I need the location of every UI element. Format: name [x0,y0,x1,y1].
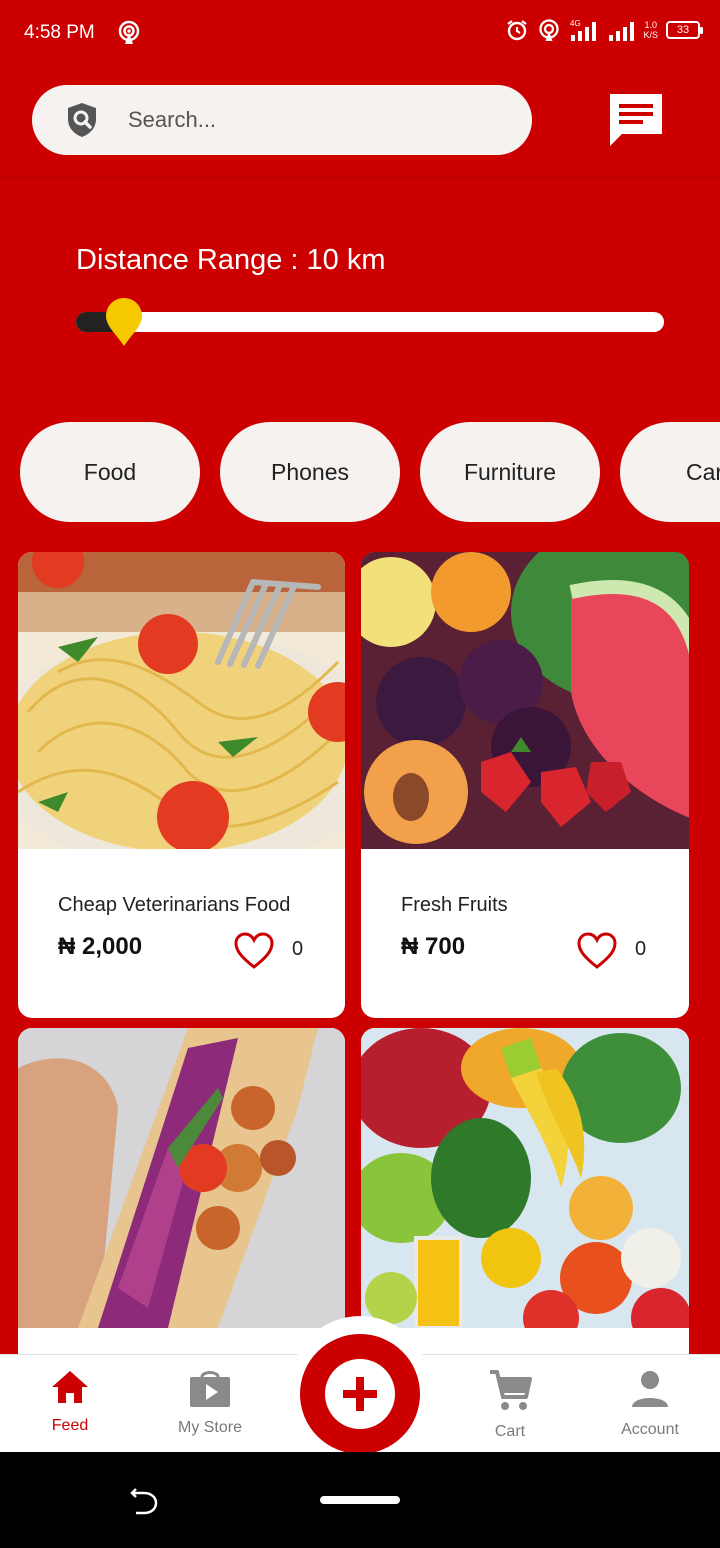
product-image-pasta [18,552,345,849]
store-bag-icon [190,1371,230,1407]
system-navigation-bar [0,1452,720,1548]
signal-4g-icon: 4G [570,19,597,41]
heart-icon[interactable] [234,932,274,970]
hotspot-icon [539,19,560,41]
product-card[interactable]: Fresh Fruits ₦ 700 0 [361,552,689,1018]
slider-thumb-pin-icon[interactable] [104,296,144,348]
product-title: Fresh Fruits [401,894,508,916]
status-bar: 4:58 PM 4G 1.0 K/S 33 [0,0,720,64]
product-card[interactable] [361,1028,689,1368]
category-chip-cars[interactable]: Cars [620,422,720,522]
product-image-wrap [18,1028,345,1328]
category-chip-furniture[interactable]: Furniture [420,422,600,522]
search-input[interactable] [128,107,488,133]
nav-cart-label: Cart [494,1423,526,1440]
search-bar[interactable] [32,85,532,155]
nav-cart[interactable]: Cart [450,1369,570,1441]
like-count: 0 [292,938,304,960]
battery-indicator: 33 [666,21,703,39]
fruits-image [361,552,689,849]
category-chip-phones[interactable]: Phones [220,422,400,522]
header-divider [0,176,720,179]
account-icon [632,1371,668,1407]
plus-icon [343,1377,377,1411]
chat-icon[interactable] [606,90,666,150]
add-post-button[interactable] [300,1334,420,1454]
svg-text:4G: 4G [570,19,581,28]
product-card[interactable]: Cheap Veterinarians Food ₦ 2,000 0 [18,552,345,1018]
hotspot-icon [118,20,140,44]
alarm-icon [507,20,528,41]
vegetables-image [361,1028,689,1328]
signal-icon [609,22,635,41]
distance-slider[interactable] [76,312,664,332]
nav-account-label: Account [621,1421,679,1438]
nav-feed[interactable]: Feed [10,1369,130,1435]
shield-search-icon [68,103,96,137]
product-image-fruits [361,552,689,849]
nav-feed-label: Feed [51,1417,89,1434]
home-icon [52,1371,88,1403]
pasta-image [18,552,345,849]
status-time: 4:58 PM [24,22,95,43]
back-gesture-icon[interactable] [128,1484,162,1518]
wrap-image [18,1028,345,1328]
distance-range-label: Distance Range : 10 km [76,244,386,276]
product-card[interactable] [18,1028,345,1368]
product-image-vegetables [361,1028,689,1328]
product-title: Cheap Veterinarians Food [58,894,291,916]
category-chip-food[interactable]: Food [20,422,200,522]
fab-inner [325,1359,395,1429]
category-row: Food Phones Furniture Cars [20,422,720,522]
home-gesture-bar[interactable] [320,1496,400,1504]
heart-icon[interactable] [577,932,617,970]
product-price: ₦ 700 [401,933,466,960]
status-icons: 4G 1.0 K/S 33 [505,18,703,42]
nav-account[interactable]: Account [590,1369,710,1439]
cart-icon [490,1370,532,1410]
net-speed: 1.0 K/S [643,20,658,40]
product-price: ₦ 2,000 [58,933,143,960]
nav-my-store[interactable]: My Store [150,1369,270,1437]
nav-my-store-label: My Store [177,1419,242,1436]
like-count: 0 [635,938,647,960]
